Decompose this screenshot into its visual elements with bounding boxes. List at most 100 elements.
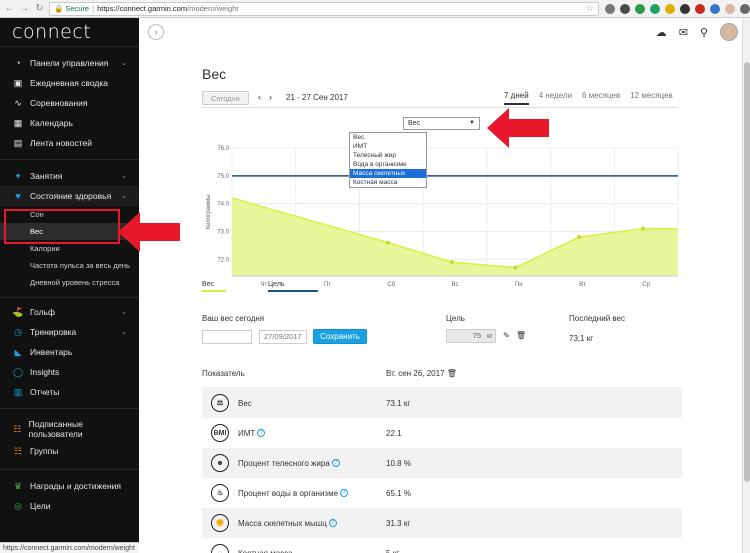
reports-icon: ▥	[13, 386, 23, 397]
weight-point[interactable]	[577, 235, 582, 240]
edit-pencil-icon[interactable]: ✎	[503, 331, 510, 340]
extension-icon[interactable]	[665, 3, 675, 14]
dropdown-option[interactable]: Костная масса	[350, 178, 426, 187]
sidebar-item-label: Панели управления	[30, 58, 109, 68]
chevron-down-icon: ⌄	[121, 60, 127, 67]
info-icon[interactable]: ?	[328, 519, 337, 528]
sidebar-item-golf[interactable]: ⛳ Гольф ⌄	[0, 302, 139, 322]
today-button[interactable]: Сегодня	[202, 91, 249, 105]
address-bar[interactable]: 🔒 Secure | https://connect.garmin.com /m…	[49, 1, 599, 16]
goal-unit: кг	[486, 331, 493, 340]
sidebar-item-dashboard[interactable]: ◔ Панели управления ⌄	[0, 53, 139, 73]
sidebar-subitem[interactable]: Дневной уровень стресса	[0, 274, 139, 291]
weight-point[interactable]	[513, 265, 518, 270]
sidebar-item-calendar[interactable]: ▦ Календарь	[0, 113, 139, 133]
sidebar-item-shoe[interactable]: ◣ Инвентарь	[0, 342, 139, 362]
extension-icon[interactable]	[650, 3, 660, 14]
scrollbar[interactable]	[742, 18, 750, 553]
reload-icon[interactable]: ↻	[34, 3, 45, 14]
dropdown-option[interactable]: Вода в организме	[350, 160, 426, 169]
dropdown-option[interactable]: ИМТ	[350, 142, 426, 151]
weight-point[interactable]	[386, 240, 391, 245]
sidebar-item-groups[interactable]: ☷ Группы	[0, 441, 139, 461]
dropdown-option[interactable]: Телесный жир	[350, 151, 426, 160]
sidebar-item-heart[interactable]: ♥ Состояние здоровья ⌄	[0, 186, 139, 206]
sidebar-item-trophy[interactable]: ♛ Награды и достижения	[0, 476, 139, 496]
row-icon-cell: ☻	[202, 454, 238, 472]
extension-icon[interactable]	[695, 3, 705, 14]
tab-period[interactable]: 12 месяцев	[630, 91, 673, 105]
weight-input[interactable]: кг	[202, 330, 265, 344]
dashboard-icon: ◔	[15, 58, 21, 68]
bone-icon: ◌	[211, 544, 229, 553]
url-path: /modern/weight	[187, 4, 239, 13]
extension-icon[interactable]	[620, 3, 630, 14]
top-bar: › ☁ ✉ ⚲	[139, 18, 750, 46]
extension-icon[interactable]	[710, 3, 720, 14]
sidebar-item-goals[interactable]: ◎ Цели	[0, 496, 139, 516]
metric-value: 31.3	[386, 518, 402, 528]
metric-select-value: Вес	[408, 120, 421, 127]
sidebar-item-lightbulb[interactable]: ◯ Insights	[0, 362, 139, 382]
bookmark-star-icon[interactable]: ☆	[586, 3, 594, 14]
sidebar-item-activity[interactable]: ✦ Занятия ⌄	[0, 166, 139, 186]
body-fat-icon: ☻	[211, 454, 229, 472]
connect-logo[interactable]: connect	[0, 18, 139, 46]
goals-icon: ◎	[14, 500, 22, 511]
next-arrow-icon[interactable]: ›	[269, 92, 272, 102]
metric-value: 10.8	[386, 458, 402, 468]
row-value-cell: 73.1 кг	[386, 399, 682, 408]
info-icon[interactable]: ?	[257, 429, 266, 438]
golf-icon: ⛳	[12, 306, 24, 317]
legend-item: Цель	[268, 281, 318, 292]
extension-icon[interactable]	[680, 3, 690, 14]
metric-label: Масса скелетных мышц	[238, 518, 327, 528]
chevron-down-icon: ▼	[469, 120, 475, 126]
last-weight-value: 73,1 кг	[569, 334, 594, 343]
back-icon[interactable]: ←	[4, 3, 15, 14]
metric-value: 5	[386, 548, 391, 553]
device-icon[interactable]: ⚲	[700, 26, 708, 39]
sidebar-subitem[interactable]: Частота пульса за весь день	[0, 257, 139, 274]
weight-point[interactable]	[449, 260, 454, 265]
save-button[interactable]: Сохранить	[313, 329, 367, 344]
trend-icon: ∿	[14, 97, 22, 108]
prev-arrow-icon[interactable]: ‹	[258, 92, 261, 102]
trash-icon[interactable]: 🗑	[447, 369, 457, 378]
sidebar-item-connections[interactable]: ☷ Подписанные пользователи	[0, 417, 139, 441]
trash-icon[interactable]: 🗑	[516, 331, 526, 340]
goal-label: Цель	[446, 314, 465, 323]
goal-input[interactable]: 75 кг	[446, 329, 496, 343]
sidebar-item-calendar-day[interactable]: ▣ Ежедневная сводка	[0, 73, 139, 93]
inbox-icon[interactable]: ✉	[679, 26, 688, 39]
tab-period[interactable]: 7 дней	[504, 91, 529, 105]
table-row: BMI ИМТ? 22.1	[202, 418, 682, 448]
dropdown-option[interactable]: Масса скелетных мышц	[350, 169, 426, 186]
weight-point[interactable]	[640, 226, 645, 231]
tab-period[interactable]: 6 месяцев	[582, 91, 620, 105]
dropdown-option[interactable]: Вес	[350, 133, 426, 142]
info-icon[interactable]: ?	[340, 489, 349, 498]
forward-icon[interactable]: →	[19, 3, 30, 14]
extension-icon[interactable]	[635, 3, 645, 14]
sidebar-item-training[interactable]: ◷ Тренировка ⌄	[0, 322, 139, 342]
avatar[interactable]	[720, 23, 738, 41]
table-row: ✊ Масса скелетных мышц? 31.3 кг	[202, 508, 682, 538]
profile-avatar-icon[interactable]	[725, 3, 735, 14]
menu-icon[interactable]	[740, 3, 750, 14]
tab-period[interactable]: 4 недели	[539, 91, 572, 105]
calendar-icon: ▦	[13, 117, 23, 128]
sidebar-item-trend[interactable]: ∿ Соревнования	[0, 93, 139, 113]
annotation-arrow-left	[487, 108, 549, 148]
date-range: 21 - 27 Сен 2017	[286, 93, 348, 102]
metric-select[interactable]: Вес ▼	[403, 117, 480, 130]
info-icon[interactable]: ?	[331, 459, 340, 468]
sidebar-item-news[interactable]: ▤ Лента новостей	[0, 133, 139, 153]
upload-cloud-icon[interactable]: ☁	[656, 26, 667, 39]
scrollbar-thumb[interactable]	[744, 62, 750, 482]
extension-icon[interactable]	[605, 3, 615, 14]
collapse-sidebar-button[interactable]: ›	[148, 24, 164, 40]
sidebar: connect ◔ Панели управления ⌄ ▣ Ежедневная с…	[0, 18, 139, 553]
date-input[interactable]: 27/09/2017	[259, 330, 307, 344]
sidebar-item-reports[interactable]: ▥ Отчеты	[0, 382, 139, 402]
